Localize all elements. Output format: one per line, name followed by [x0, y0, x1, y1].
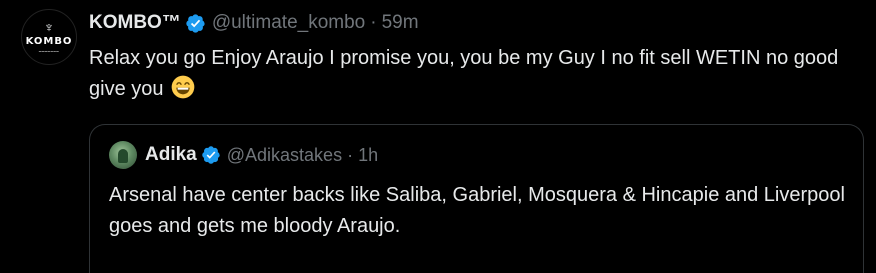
tweet-body: Relax you go Enjoy Araujo I promise you,…	[89, 43, 859, 105]
quoted-author-avatar	[109, 141, 137, 169]
quoted-tweet-card[interactable]: Adika @Adikastakes · 1h Arsenal have cen…	[89, 124, 864, 273]
tree-icon	[118, 149, 128, 163]
palm-tree-icon: ♆	[43, 19, 55, 35]
quoted-tweet-text: Arsenal have center backs like Saliba, G…	[109, 184, 845, 237]
quoted-author-handle: @Adikastakes	[226, 144, 343, 165]
author-avatar[interactable]: ♆ KOMBO ━━━━━━━	[21, 9, 77, 65]
verified-badge-icon[interactable]	[185, 13, 206, 34]
quoted-tweet-header: Adika @Adikastakes · 1h	[109, 141, 378, 169]
tweet-text: Relax you go Enjoy Araujo I promise you,…	[89, 47, 839, 100]
author-handle[interactable]: @ultimate_kombo	[212, 12, 365, 34]
separator-dot: ·	[370, 12, 377, 33]
quoted-author-name: Adika	[145, 144, 197, 165]
grinning-face-emoji-icon	[171, 75, 195, 99]
author-name[interactable]: KOMBO™	[89, 12, 181, 34]
tweet-timestamp[interactable]: 59m	[382, 12, 419, 34]
avatar-logo-text: KOMBO	[25, 36, 73, 47]
separator-dot: ·	[347, 144, 354, 165]
tweet-header: KOMBO™ @ultimate_kombo · 59m	[89, 10, 419, 36]
avatar-logo-subline: ━━━━━━━	[38, 49, 60, 54]
verified-badge-icon	[202, 146, 220, 164]
quoted-tweet-timestamp: 1h	[358, 144, 379, 165]
